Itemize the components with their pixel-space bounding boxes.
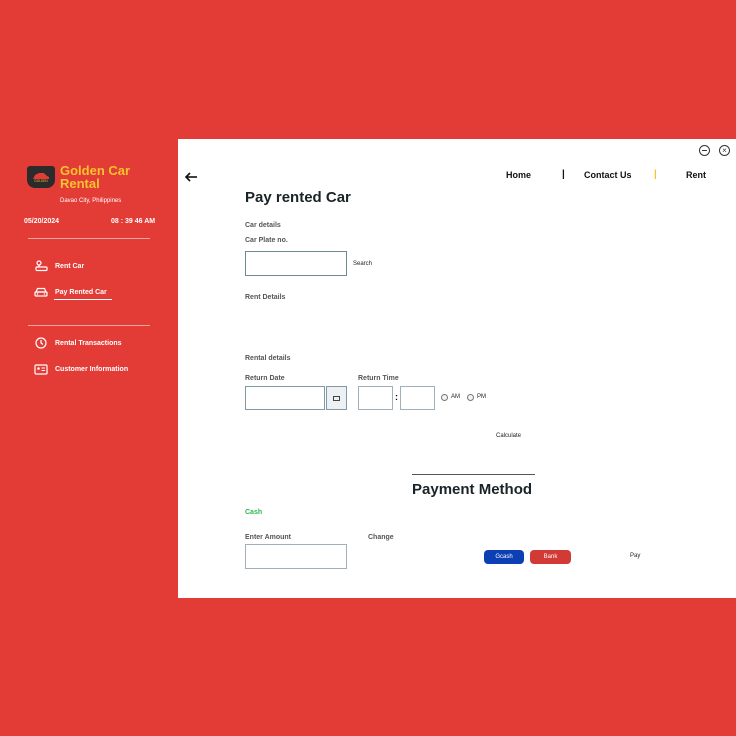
car-icon [34,286,48,298]
nav-separator: | [562,169,565,180]
main-panel [178,139,736,598]
nav-rent-link[interactable]: Rent [686,170,706,180]
nav-contact-link[interactable]: Contact Us [584,170,632,180]
sidebar-item-pay-rented-car[interactable]: Pay Rented Car [34,286,107,298]
current-date: 05/20/2024 [24,218,60,225]
active-indicator [54,299,112,300]
pm-label: PM [477,394,486,400]
nav-home-link[interactable]: Home [506,170,531,180]
minimize-icon [702,150,707,151]
return-minute-input[interactable] [400,386,435,410]
return-time-label: Return Time [358,375,399,382]
minimize-button[interactable] [699,145,710,156]
car-details-heading: Car details [245,222,281,229]
arrow-left-icon [184,172,197,182]
car-logo-icon: GOLDEN [33,173,49,183]
enter-amount-label: Enter Amount [245,534,292,541]
car-key-icon [34,260,48,272]
calculate-button[interactable]: Calculate [496,433,521,439]
return-hour-input[interactable] [358,386,393,410]
clock-icon [34,337,48,349]
sidebar-item-label: Rent Car [55,262,85,270]
time-colon: : [395,392,398,402]
gcash-button[interactable]: Gcash [484,550,524,564]
bank-button[interactable]: Bank [530,550,571,564]
sidebar-divider [28,325,150,326]
amount-input[interactable] [245,544,347,569]
pm-radio[interactable] [467,394,474,401]
search-button[interactable]: Search [353,261,372,267]
page-title: Pay rented Car [245,189,351,206]
sidebar-item-customer-information[interactable]: Customer Information [34,363,128,375]
rental-details-heading: Rental details [245,355,291,362]
am-label: AM [451,394,460,400]
car-plate-label: Car Plate no. [245,237,288,244]
return-date-label: Return Date [245,375,285,382]
close-icon: × [722,145,727,155]
pay-button[interactable]: Pay [630,553,640,559]
sidebar-divider [28,238,150,239]
id-card-icon [34,363,48,375]
return-date-input[interactable] [245,386,325,410]
sidebar-item-label: Customer Information [55,365,129,373]
am-radio[interactable] [441,394,448,401]
sidebar-item-label: Rental Transactions [55,339,122,347]
brand-title: Golden Car Rental [60,163,131,191]
payment-divider [412,474,535,475]
change-label: Change [368,534,394,541]
sidebar-item-label: Pay Rented Car [55,288,107,296]
car-plate-input[interactable] [245,251,347,276]
nav-separator: | [654,169,657,180]
close-button[interactable]: × [719,145,730,156]
sidebar-item-rental-transactions[interactable]: Rental Transactions [34,337,122,349]
rent-details-heading: Rent Details [245,294,286,301]
date-picker-button[interactable] [326,386,347,410]
logo-badge-text: GOLDEN [34,179,48,183]
current-time: 08 : 39 46 AM [111,218,156,225]
back-button[interactable] [184,170,198,188]
payment-method-title: Payment Method [412,481,533,498]
sidebar-item-rent-car[interactable]: Rent Car [34,260,84,272]
calendar-icon [333,395,340,401]
brand-location: Davao City, Philippines [60,198,122,204]
cash-label: Cash [245,509,263,516]
brand-logo: GOLDEN [27,166,55,188]
